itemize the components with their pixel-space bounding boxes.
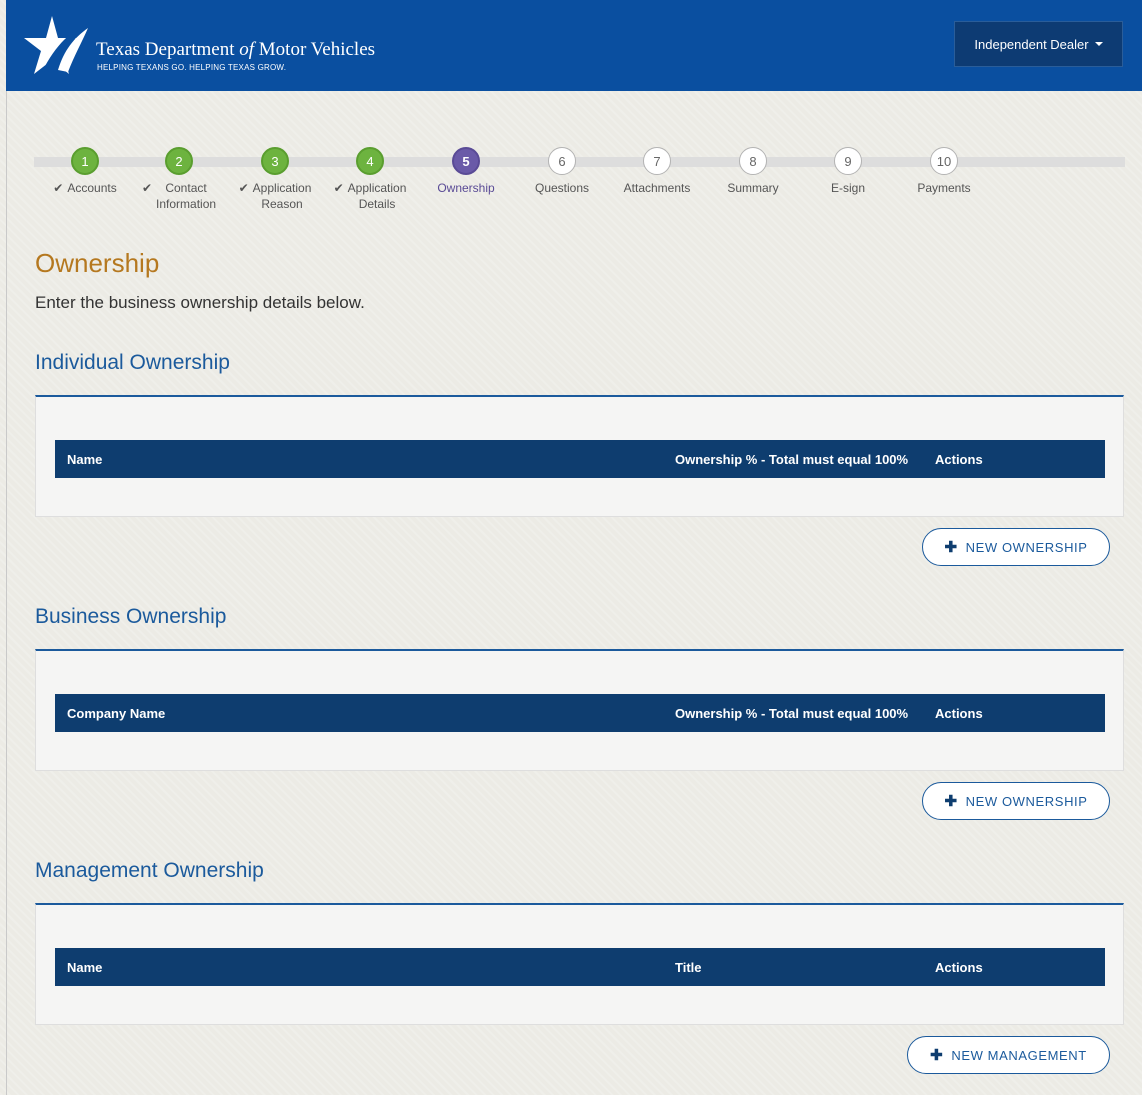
new-business-ownership-button[interactable]: ✚ NEW OWNERSHIP [922,782,1110,820]
step-label: ✔ Contact Information [139,180,219,212]
plus-icon: ✚ [944,793,958,810]
step-number: 1 [71,147,99,175]
individual-ownership-table-header: Name Ownership % - Total must equal 100%… [55,440,1105,478]
step-summary[interactable]: 8 Summary [713,147,793,196]
column-header-actions: Actions [935,706,983,721]
column-header-ownership-percent: Ownership % - Total must equal 100% [675,452,909,467]
checkmark-icon: ✔ [53,181,64,195]
step-label: Summary [727,181,779,195]
column-header-actions: Actions [935,452,983,467]
column-header-name: Name [67,960,103,975]
section-title-business-ownership: Business Ownership [35,605,227,628]
management-ownership-panel: Name Title Actions [35,903,1124,1025]
step-label-line: Reason [261,197,303,211]
step-application-details[interactable]: 4 ✔ Application Details [330,147,410,212]
step-accounts[interactable]: 1 ✔ Accounts [45,147,125,196]
step-number: 10 [930,147,958,175]
step-label-line: Information [156,197,217,211]
plus-icon: ✚ [944,539,958,556]
step-ownership[interactable]: 5 Ownership [426,147,506,196]
step-label-line: Contact [165,181,207,195]
step-number: 3 [261,147,289,175]
new-individual-ownership-button[interactable]: ✚ NEW OWNERSHIP [922,528,1110,566]
section-title-management-ownership: Management Ownership [35,859,264,882]
checkmark-icon: ✔ [238,181,249,195]
step-label: E-sign [830,181,865,195]
step-payments[interactable]: 10 Payments [904,147,984,196]
column-header-name: Name [67,452,103,467]
step-application-reason[interactable]: 3 ✔ Application Reason [235,147,315,212]
column-header-company-name: Company Name [67,706,166,721]
step-label: Ownership [437,181,495,195]
agency-name-part: Texas Department [96,39,240,60]
button-label: NEW OWNERSHIP [965,793,1088,809]
step-label-line: Details [358,197,396,211]
step-number: 7 [643,147,671,175]
step-number: 2 [165,147,193,175]
step-label: Payments [917,181,971,195]
button-label: NEW MANAGEMENT [951,1047,1087,1063]
section-title-individual-ownership: Individual Ownership [35,351,230,374]
column-header-ownership-percent: Ownership % - Total must equal 100% [675,706,909,721]
agency-name[interactable]: Texas Department of Motor Vehicles [96,39,375,61]
step-number: 6 [548,147,576,175]
step-attachments[interactable]: 7 Attachments [617,147,697,196]
business-ownership-panel: Company Name Ownership % - Total must eq… [35,649,1124,771]
step-contact-information[interactable]: 2 ✔ Contact Information [139,147,219,212]
texas-star-logo-icon [24,16,88,74]
checkmark-icon: ✔ [141,181,153,195]
business-ownership-table-header: Company Name Ownership % - Total must eq… [55,694,1105,732]
button-label: NEW OWNERSHIP [965,539,1088,555]
agency-name-part: Motor Vehicles [254,39,376,60]
caret-down-icon [1094,42,1103,46]
page-intro: Enter the business ownership details bel… [35,293,365,312]
step-questions[interactable]: 6 Questions [522,147,602,196]
agency-name-of: of [239,39,255,60]
step-label-line: Application [252,181,312,195]
step-label: ✔ Application Details [330,180,410,212]
step-label: Questions [534,181,590,195]
step-number: 8 [739,147,767,175]
step-label-line: Accounts [67,181,117,195]
step-label: ✔ Accounts [45,180,125,196]
step-label-line: Application [347,181,407,195]
step-e-sign[interactable]: 9 E-sign [808,147,888,196]
step-label: Attachments [623,181,691,195]
step-number: 4 [356,147,384,175]
step-label: ✔ Application Reason [235,180,315,212]
step-number: 5 [452,147,480,175]
agency-tagline: HELPING TEXANS GO. HELPING TEXAS GROW. [97,63,287,72]
new-management-button[interactable]: ✚ NEW MANAGEMENT [907,1036,1110,1074]
checkmark-icon: ✔ [333,181,344,195]
plus-icon: ✚ [930,1047,944,1064]
management-ownership-table-header: Name Title Actions [55,948,1105,986]
column-header-title: Title [675,960,702,975]
individual-ownership-panel: Name Ownership % - Total must equal 100%… [35,395,1124,517]
column-header-actions: Actions [935,960,983,975]
user-menu-dropdown[interactable]: Independent Dealer [954,21,1123,67]
page-title: Ownership [35,248,160,278]
step-number: 9 [834,147,862,175]
user-menu-label: Independent Dealer [974,36,1089,52]
